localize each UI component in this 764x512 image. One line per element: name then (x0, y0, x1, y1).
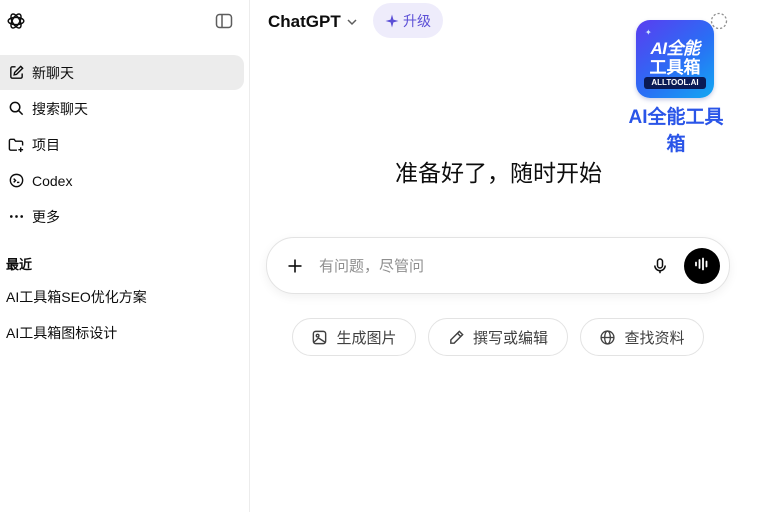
voice-mode-button[interactable] (684, 248, 720, 284)
sidebar-item-codex[interactable]: Codex (0, 163, 244, 198)
model-name: ChatGPT (268, 12, 341, 31)
chip-write-or-edit[interactable]: 撰写或编辑 (428, 318, 568, 356)
chip-label: 撰写或编辑 (472, 329, 548, 347)
promo-tile-badge: ALLTOOL.AI (644, 77, 706, 89)
sparkle-icon (385, 14, 399, 28)
pencil-icon (448, 329, 465, 346)
sidebar-item-label: 搜索聊天 (32, 100, 88, 117)
list-item[interactable]: AI工具箱SEO优化方案 (0, 279, 244, 315)
sidebar-item-label: 新聊天 (32, 64, 74, 81)
recent-section-title: 最近 (6, 257, 33, 272)
sidebar-item-label: 项目 (32, 136, 60, 153)
sidebar-item-projects[interactable]: 项目 (0, 127, 244, 162)
soundwave-icon (693, 255, 711, 278)
promo-caption: AI全能工具箱 (628, 107, 724, 155)
sidebar-item-new-chat[interactable]: 新聊天 (0, 55, 244, 90)
microphone-icon[interactable] (649, 255, 671, 277)
sidebar-item-label: 更多 (32, 208, 60, 225)
chevron-down-icon (346, 16, 358, 28)
sidebar: 新聊天 搜索聊天 项目 Codex 更多 最近 AI工具箱SEO优化方案 AI工… (0, 0, 250, 512)
openai-logo-icon[interactable] (5, 10, 27, 32)
suggestion-chips: 生成图片 撰写或编辑 查找资料 (0, 318, 764, 356)
promo-badge: ✦ AI全能 工具箱 ALLTOOL.AI AI全能工具箱 (620, 18, 730, 155)
promo-tile-line2: 工具箱 (649, 58, 701, 77)
add-attachment-button[interactable] (284, 255, 306, 277)
model-selector[interactable]: ChatGPT (268, 10, 358, 34)
image-icon (311, 329, 328, 346)
chip-look-something-up[interactable]: 查找资料 (580, 318, 704, 356)
globe-icon (599, 329, 616, 346)
sidebar-toggle-icon[interactable] (214, 11, 234, 31)
upgrade-button[interactable]: 升级 (373, 3, 443, 38)
chip-label: 查找资料 (624, 329, 685, 347)
chip-label: 生成图片 (336, 329, 397, 347)
sidebar-nav: 新聊天 搜索聊天 项目 Codex 更多 (0, 55, 244, 235)
folder-plus-icon (7, 136, 25, 154)
sidebar-item-search-chats[interactable]: 搜索聊天 (0, 91, 244, 126)
edit-icon (7, 64, 25, 82)
upgrade-label: 升级 (403, 12, 431, 29)
search-icon (7, 100, 25, 118)
more-icon (7, 208, 25, 226)
composer (266, 237, 730, 294)
codex-icon (7, 172, 25, 190)
chip-create-image[interactable]: 生成图片 (292, 318, 416, 356)
promo-app-icon: ✦ AI全能 工具箱 ALLTOOL.AI (636, 20, 714, 98)
sidebar-item-label: Codex (32, 172, 73, 189)
sidebar-item-more[interactable]: 更多 (0, 199, 244, 234)
page-title: 准备好了，随时开始 (395, 160, 602, 186)
prompt-input[interactable] (319, 254, 639, 278)
